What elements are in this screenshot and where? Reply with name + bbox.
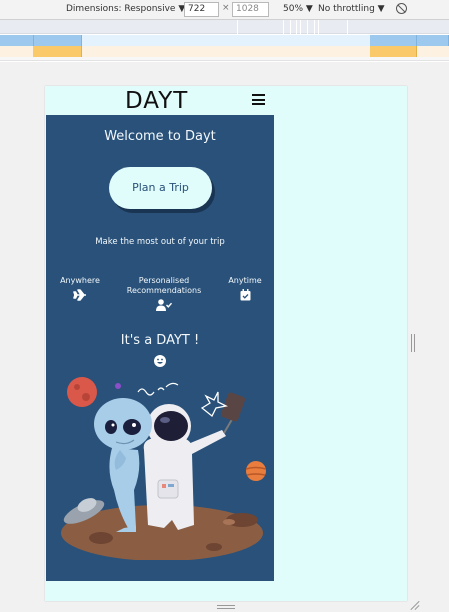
feature-label: Personalised Recommendations	[126, 276, 202, 295]
hamburger-icon[interactable]	[252, 94, 265, 105]
site-header: DAYT	[46, 87, 274, 115]
resize-handle-bottom[interactable]	[217, 605, 235, 609]
plan-trip-button[interactable]: Plan a Trip	[109, 167, 212, 209]
devtools-toolbar: Dimensions: Responsive ▼ 722 × 1028 50% …	[0, 0, 449, 20]
height-input[interactable]: 1028	[232, 2, 269, 17]
calendar-check-icon	[240, 289, 250, 301]
welcome-heading: Welcome to Dayt	[104, 129, 216, 144]
media-query-bar-max[interactable]	[0, 35, 449, 46]
rotate-icon[interactable]	[396, 3, 407, 14]
site-logo[interactable]: DAYT	[125, 88, 188, 114]
feature-anywhere: Anywhere	[54, 276, 106, 301]
page-bottom-area	[46, 581, 274, 601]
media-query-bar-range[interactable]	[0, 46, 449, 57]
hero-panel: Welcome to Dayt Plan a Trip Make the mos…	[46, 115, 274, 581]
dimensions-dropdown[interactable]: Dimensions: Responsive ▼	[66, 4, 185, 14]
throttling-dropdown[interactable]: No throttling ▼	[318, 4, 385, 14]
zoom-dropdown[interactable]: 50% ▼	[283, 4, 313, 14]
feature-label: Anywhere	[60, 276, 100, 285]
its-a-dayt-heading: It's a DAYT !	[120, 333, 200, 348]
alien-astronaut-selfie-illustration	[61, 377, 266, 560]
feature-label: Anytime	[228, 276, 262, 285]
media-query-bar-min[interactable]	[0, 20, 449, 34]
feature-anytime: Anytime	[222, 276, 268, 301]
dimension-separator: ×	[222, 3, 230, 13]
ruler	[0, 57, 449, 61]
user-check-icon	[156, 299, 172, 311]
tagline: Make the most out of your trip	[95, 237, 225, 247]
width-input[interactable]: 722	[184, 2, 219, 17]
resize-handle-corner[interactable]	[410, 600, 420, 610]
plane-icon	[73, 289, 86, 301]
feature-recommendations: Personalised Recommendations	[116, 276, 212, 311]
resize-handle-right[interactable]	[411, 334, 415, 352]
smile-icon	[154, 355, 166, 367]
